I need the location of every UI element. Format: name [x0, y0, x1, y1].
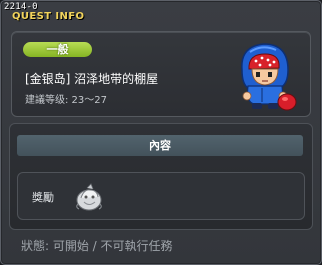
- quest-level-requirement: 建議等级: 23～27: [25, 95, 107, 106]
- content-header: 內容: [17, 135, 303, 156]
- quest-name: [金银岛] 沼泽地带的棚屋: [25, 72, 159, 86]
- window-title: QUEST INFO: [12, 11, 85, 22]
- category-badge: 一般: [23, 42, 92, 57]
- quest-info-window: 2214-0 QUEST INFO 一般 [金银岛] 沼泽地带的棚屋 建議等级:…: [0, 0, 322, 265]
- quest-status: 狀態: 可開始 / 不可執行任務: [21, 239, 173, 253]
- blue-hooded-npc-icon: [241, 43, 297, 111]
- reward-label: 獎勵: [32, 191, 54, 204]
- content-panel: 內容 獎勵: [9, 123, 313, 230]
- reward-box: 獎勵: [17, 172, 305, 220]
- quest-info-panel: 一般 [金银岛] 沼泽地带的棚屋 建議等级: 23～27: [11, 31, 311, 117]
- reward-item-icon[interactable]: [72, 180, 106, 214]
